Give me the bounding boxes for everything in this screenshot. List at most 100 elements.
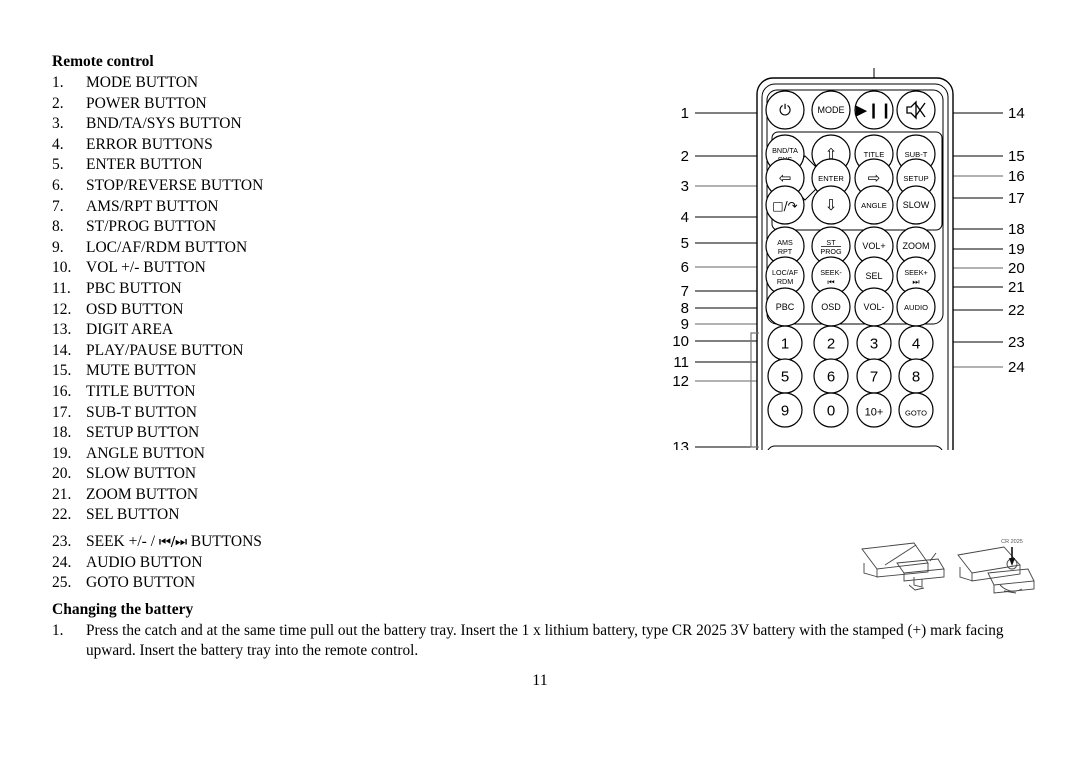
- list-item-number: 25.: [52, 574, 72, 592]
- list-item-number: 12.: [52, 300, 72, 318]
- remote-button-pbc[interactable]: PBC: [765, 287, 805, 327]
- callout-number: 3: [681, 178, 689, 195]
- remote-button-num10[interactable]: 10+: [856, 392, 892, 428]
- remote-button-mode[interactable]: MODE: [811, 90, 851, 130]
- remote-button-goto[interactable]: GOTO: [898, 392, 934, 428]
- list-item-number: 8.: [52, 218, 64, 236]
- callout-number: 19: [1008, 241, 1025, 258]
- remote-button-play[interactable]: ▶❙❙: [854, 90, 894, 130]
- button-label: SEEK+: [904, 268, 927, 277]
- list-item: 21. ZOOM BUTTON: [52, 485, 432, 506]
- button-label: 8: [912, 369, 920, 386]
- button-label: TITLE: [864, 150, 885, 159]
- list-item-label: DIGIT AREA: [86, 321, 174, 339]
- remote-button-num2[interactable]: 2: [813, 325, 849, 361]
- button-label-secondary: ⏭: [912, 278, 919, 287]
- list-item: 1. MODE BUTTON: [52, 73, 432, 94]
- callout-number: 15: [1008, 148, 1025, 165]
- list-item-label: SEL BUTTON: [86, 506, 180, 524]
- battery-type-annotation: CR 2025: [1001, 539, 1023, 566]
- list-item: 17. SUB-T BUTTON: [52, 403, 432, 424]
- callout-number: 14: [1008, 105, 1025, 122]
- list-item-number: 16.: [52, 382, 72, 400]
- list-item: 12. OSD BUTTON: [52, 300, 432, 321]
- button-glyph-icon: ⇩: [825, 196, 838, 214]
- list-item-number: 19.: [52, 444, 72, 462]
- button-label: LOC/AF: [772, 268, 799, 277]
- list-item: 3. BND/TA/SYS BUTTON: [52, 114, 432, 135]
- remote-button-voldown[interactable]: VOL-: [854, 287, 894, 327]
- list-item: 5. ENTER BUTTON: [52, 155, 432, 176]
- callout-number: 23: [1008, 334, 1025, 351]
- list-item-number: 24.: [52, 553, 72, 571]
- remote-button-down[interactable]: ⇩: [811, 185, 851, 225]
- remote-button-num8[interactable]: 8: [898, 358, 934, 394]
- remote-button-audio[interactable]: AUDIO: [896, 287, 936, 327]
- button-glyph-icon: ⇨: [868, 169, 881, 187]
- battery-type-label: CR 2025: [1001, 539, 1023, 545]
- list-item-number: 4.: [52, 135, 64, 153]
- list-item: 14. PLAY/PAUSE BUTTON: [52, 341, 432, 362]
- remote-button-mute[interactable]: [896, 90, 936, 130]
- list-item-label: SETUP BUTTON: [86, 424, 200, 442]
- remote-button-num5[interactable]: 5: [767, 358, 803, 394]
- button-label: ST: [826, 238, 836, 247]
- list-item-label: VOL +/- BUTTON: [86, 259, 206, 277]
- list-item-number: 18.: [52, 424, 72, 442]
- callout-number: 6: [681, 259, 689, 276]
- remote-control-figure: 1234567891011121314151617181920212223242…: [655, 50, 1055, 450]
- button-label: VOL-: [863, 302, 884, 312]
- list-item-number: 2.: [52, 94, 64, 112]
- list-item-number: 6.: [52, 176, 64, 194]
- list-item-number: 15.: [52, 362, 72, 380]
- callout-number: 2: [681, 148, 689, 165]
- remote-control-diagram: 1234567891011121314151617181920212223242…: [672, 68, 1025, 450]
- list-item-label: SEEK +/- / ⏮/⏭ BUTTONS: [86, 533, 262, 551]
- list-item: 7. AMS/RPT BUTTON: [52, 197, 432, 218]
- callout-number: 7: [681, 283, 689, 300]
- remote-button-num4[interactable]: 4: [898, 325, 934, 361]
- remote-button-num3[interactable]: 3: [856, 325, 892, 361]
- button-glyph-icon: ⇦: [779, 169, 792, 187]
- list-item: 11. PBC BUTTON: [52, 279, 432, 300]
- list-item-label: STOP/REVERSE BUTTON: [86, 176, 264, 194]
- callout-number: 12: [672, 373, 689, 390]
- button-label: ANGLE: [861, 201, 887, 210]
- button-label: MODE: [818, 105, 845, 115]
- callout-number: 10: [672, 333, 689, 350]
- button-label: 10+: [865, 407, 884, 419]
- button-label: ZOOM: [903, 241, 930, 251]
- list-item: 20. SLOW BUTTON: [52, 464, 432, 485]
- button-label-secondary: RDM: [777, 277, 793, 286]
- list-item-number: 21.: [52, 485, 72, 503]
- button-label: SEL: [865, 271, 882, 281]
- button-label: 9: [781, 403, 789, 420]
- remote-button-angle[interactable]: ANGLE: [854, 185, 894, 225]
- list-item-label: ENTER BUTTON: [86, 156, 203, 174]
- callout-number: 21: [1008, 279, 1025, 296]
- remote-button-osd[interactable]: OSD: [811, 287, 851, 327]
- remote-button-num1[interactable]: 1: [767, 325, 803, 361]
- list-item-label: LOC/AF/RDM BUTTON: [86, 238, 248, 256]
- remote-button-power[interactable]: ⏻: [765, 90, 805, 130]
- button-label: OSD: [821, 302, 841, 312]
- remote-button-stop[interactable]: □/↷: [765, 185, 805, 225]
- button-label: 5: [781, 369, 789, 386]
- button-label: BND/TA: [772, 146, 798, 155]
- list-item: 13. DIGIT AREA: [52, 320, 432, 341]
- list-item: 23. SEEK +/- / ⏮/⏭ BUTTONS: [52, 532, 432, 553]
- callout-number: 1: [681, 105, 689, 122]
- remote-button-num9[interactable]: 9: [767, 392, 803, 428]
- remote-button-num7[interactable]: 7: [856, 358, 892, 394]
- button-label: AUDIO: [904, 303, 928, 312]
- list-item-number: 22.: [52, 506, 72, 524]
- list-item: 25. GOTO BUTTON: [52, 573, 432, 594]
- remote-control-heading: Remote control: [52, 53, 154, 70]
- remote-button-num6[interactable]: 6: [813, 358, 849, 394]
- list-item: 9. LOC/AF/RDM BUTTON: [52, 238, 432, 259]
- button-label: 2: [827, 336, 835, 353]
- remote-button-slow[interactable]: SLOW: [896, 185, 936, 225]
- button-label: PBC: [776, 302, 795, 312]
- seek-glyphs-icon: ⏮/⏭: [158, 534, 187, 551]
- remote-button-num0[interactable]: 0: [813, 392, 849, 428]
